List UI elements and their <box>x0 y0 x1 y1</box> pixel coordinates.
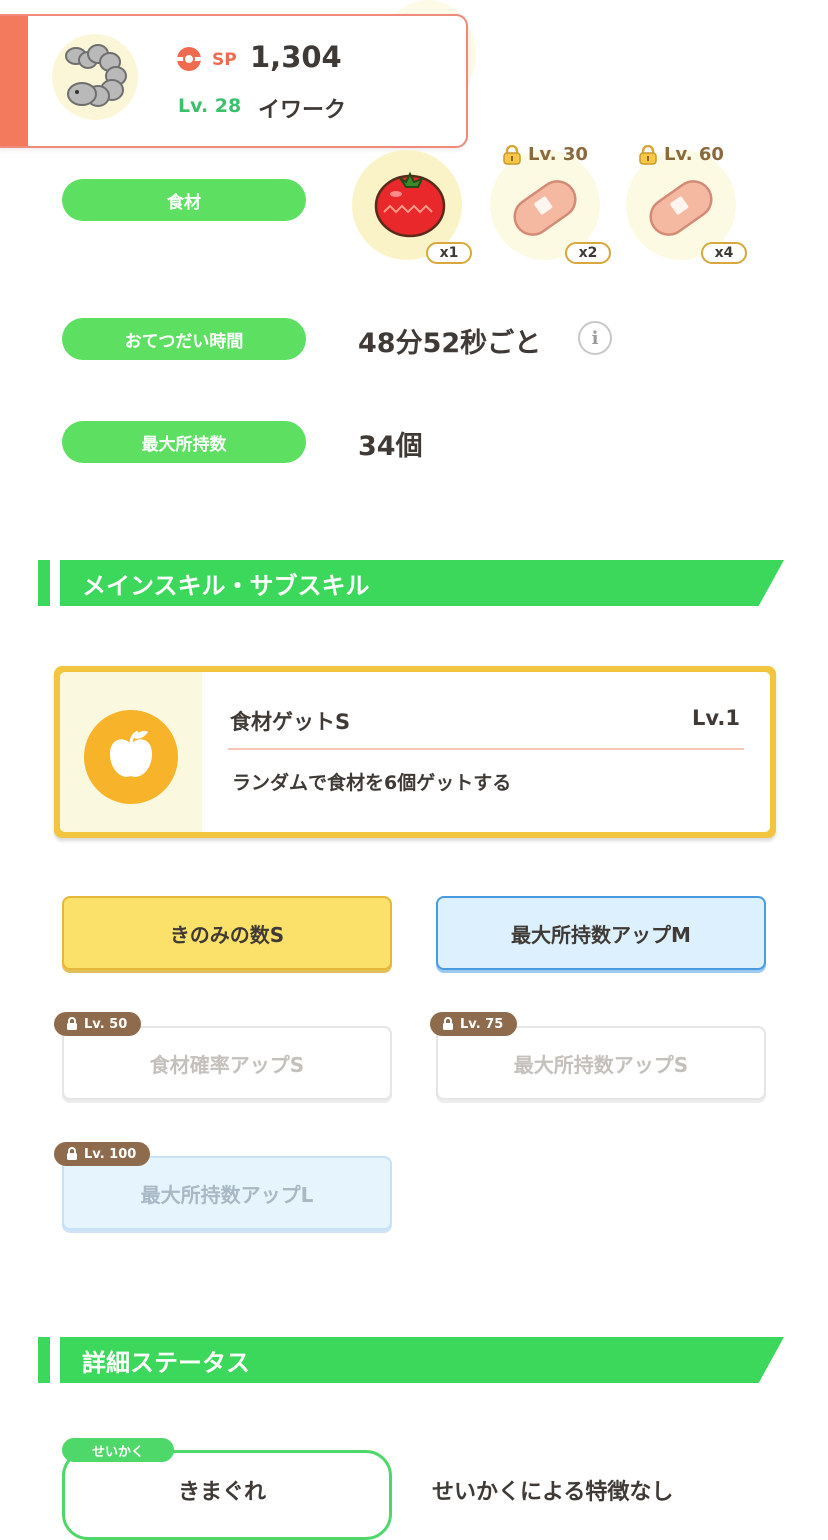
main-skill-level: Lv.1 <box>692 706 740 730</box>
pokemon-name: イワーク <box>258 98 347 123</box>
lock-icon <box>639 144 657 165</box>
lock-level-text: Lv. 30 <box>528 144 588 165</box>
section-marker <box>38 560 50 606</box>
lock-level-text: Lv. 50 <box>84 1016 128 1032</box>
skills-section-title: メインスキル・サブスキル <box>60 560 784 606</box>
nature-label: せいかく <box>62 1438 174 1462</box>
lock-icon <box>443 1017 453 1030</box>
ingredient-2-unlock-level: Lv. 30 <box>502 144 588 165</box>
pokemon-portrait <box>52 34 138 120</box>
ingredient-qty-badge: x2 <box>565 242 611 264</box>
ingredients-label: 食材 <box>62 179 306 221</box>
ingredient-qty-badge: x4 <box>701 242 747 264</box>
sub-skill-5-lock-tag: Lv. 100 <box>54 1142 151 1166</box>
sub-skill-4-button[interactable]: 最大所持数アップS <box>436 1026 766 1100</box>
nature-value: きまぐれ <box>178 1480 267 1505</box>
sp-value: 1,304 <box>250 40 342 74</box>
header-accent-bar <box>0 16 28 146</box>
sub-skill-3-button[interactable]: 食材確率アップS <box>62 1026 392 1100</box>
sp-label: SP <box>212 50 237 70</box>
lock-level-text: Lv. 75 <box>460 1016 504 1032</box>
lock-icon <box>67 1147 77 1160</box>
max-carry-value: 34個 <box>358 431 423 462</box>
section-marker <box>38 1337 50 1383</box>
details-section-title: 詳細ステータス <box>60 1337 784 1383</box>
lock-icon <box>67 1017 77 1030</box>
main-skill-card-body: 食材ゲットS Lv.1 ランダムで食材を6個ゲットする <box>60 672 770 832</box>
max-carry-label: 最大所持数 <box>62 421 306 463</box>
sub-skill-5-button[interactable]: 最大所持数アップL <box>62 1156 392 1230</box>
pokemon-level: Lv. 28 <box>178 95 242 117</box>
sub-skill-3-lock-tag: Lv. 50 <box>54 1012 142 1036</box>
info-icon[interactable]: i <box>578 321 612 355</box>
lock-icon <box>503 144 521 165</box>
onix-icon <box>65 44 127 107</box>
divider <box>228 748 744 750</box>
sp-icon <box>176 46 202 72</box>
lock-level-text: Lv. 60 <box>664 144 724 165</box>
apple-icon <box>84 710 178 804</box>
main-skill-name: 食材ゲットS <box>230 710 351 734</box>
ingredient-qty-badge: x1 <box>426 242 472 264</box>
sub-skill-1-button[interactable]: きのみの数S <box>62 896 392 970</box>
sub-skill-4-lock-tag: Lv. 75 <box>430 1012 518 1036</box>
nature-effect: せいかくによる特徴なし <box>432 1480 674 1505</box>
sub-skill-2-button[interactable]: 最大所持数アップM <box>436 896 766 970</box>
ingredient-3-unlock-level: Lv. 60 <box>638 144 724 165</box>
main-skill-description: ランダムで食材を6個ゲットする <box>232 772 512 794</box>
lock-level-text: Lv. 100 <box>84 1146 137 1162</box>
help-time-value: 48分52秒ごと <box>358 328 542 359</box>
help-time-label: おてつだい時間 <box>62 318 306 360</box>
